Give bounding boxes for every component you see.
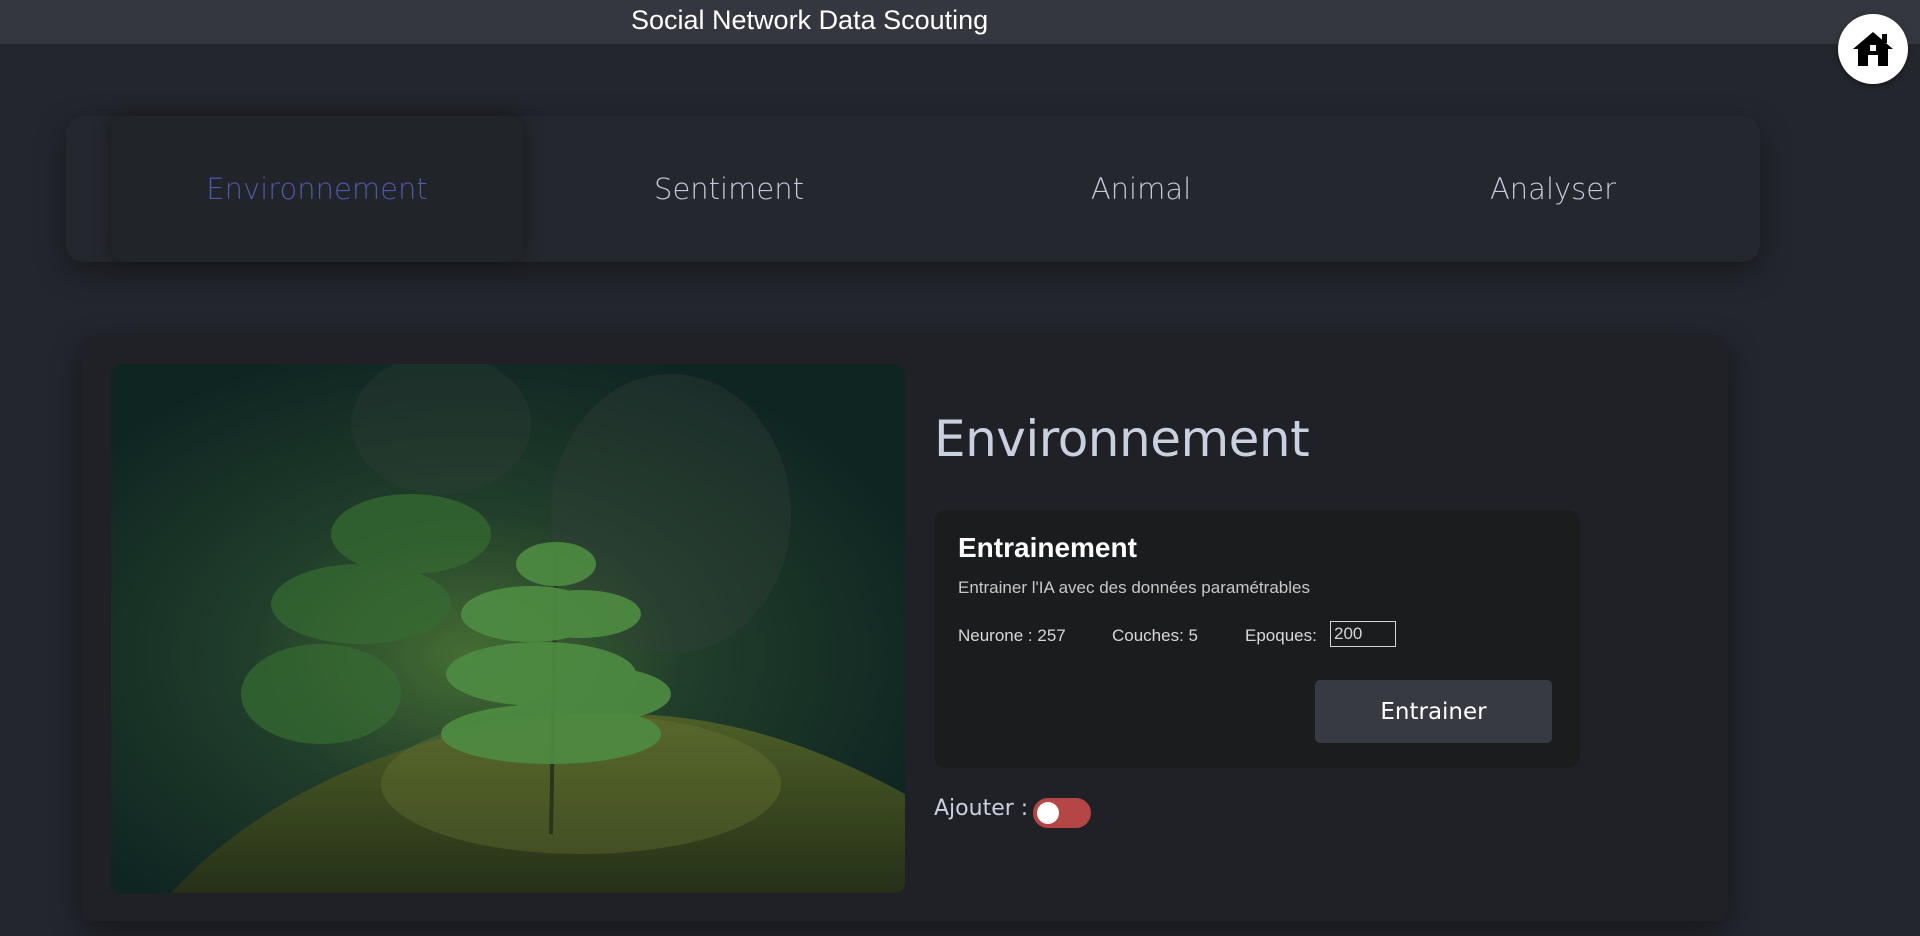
training-title: Entrainement [958,532,1137,563]
training-description: Entrainer l'IA avec des données paramétr… [958,578,1310,597]
train-button[interactable]: Entrainer [1315,680,1552,743]
home-button[interactable] [1838,14,1908,84]
section-title: Environnement [934,410,1310,468]
training-panel: Entrainement Entrainer l'IA avec des don… [934,510,1580,768]
layers-value: Couches: 5 [1112,626,1198,645]
tab-environnement[interactable]: Environnement [111,116,523,262]
content-card: Environnement Entrainement Entrainer l'I… [82,336,1728,921]
environment-photo [111,364,905,893]
epochs-label: Epoques: [1245,626,1317,645]
tab-sentiment[interactable]: Sentiment [523,116,935,262]
epochs-input[interactable] [1330,621,1396,647]
home-icon [1853,32,1893,66]
app-title: Social Network Data Scouting [631,5,989,35]
toggle-knob [1037,802,1059,824]
tab-analyser[interactable]: Analyser [1347,116,1759,262]
top-bar: Social Network Data Scouting [0,0,1920,44]
tab-animal[interactable]: Animal [935,116,1347,262]
neurons-value: Neurone : 257 [958,626,1066,645]
tab-bar: Environnement Sentiment Animal Analyser [66,116,1760,262]
add-toggle[interactable] [1033,798,1091,828]
add-label: Ajouter : [934,796,1029,821]
